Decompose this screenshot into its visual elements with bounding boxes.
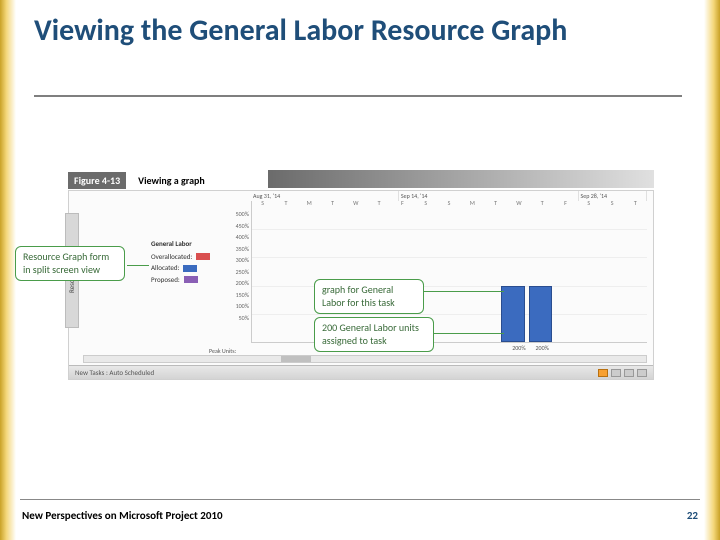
legend-item-allocated: Allocated:	[151, 263, 229, 274]
figure-header: Figure 4-13 Viewing a graph	[68, 170, 654, 190]
status-bar: New Tasks : Auto Scheduled	[69, 365, 653, 379]
page-title: Viewing the General Labor Resource Graph	[34, 12, 567, 49]
page-number: 22	[687, 509, 698, 522]
view-icon-1[interactable]	[598, 369, 608, 377]
figure-number: Figure 4-13	[68, 172, 126, 189]
legend: General Labor Overallocated: Allocated: …	[151, 239, 229, 286]
view-icon-4[interactable]	[637, 369, 647, 377]
legend-title: General Labor	[151, 239, 229, 250]
legend-item-proposed: Proposed:	[151, 275, 229, 286]
footer-rule	[20, 499, 700, 500]
view-icon-2[interactable]	[611, 369, 621, 377]
figure: Figure 4-13 Viewing a graph Resource Gra…	[68, 170, 654, 390]
legend-item-overallocated: Overallocated:	[151, 252, 229, 263]
status-text: New Tasks : Auto Scheduled	[75, 368, 154, 377]
callout-graph-task: graph for General Labor for this task	[314, 279, 424, 314]
scroll-thumb[interactable]	[281, 356, 311, 362]
units-row: 200% 200%	[251, 344, 647, 355]
view-icon-3[interactable]	[624, 369, 634, 377]
figure-caption: Viewing a graph	[134, 172, 209, 189]
figure-body: Resource Graph General Labor Overallocat…	[68, 190, 654, 380]
bar-1	[501, 286, 525, 342]
footer-text: New Perspectives on Microsoft Project 20…	[22, 509, 223, 522]
callout-units: 200 General Labor units assigned to task	[314, 317, 434, 352]
chart-area	[251, 201, 647, 343]
title-rule	[34, 95, 682, 97]
horizontal-scrollbar[interactable]	[83, 355, 647, 363]
y-axis: 500% 450% 400% 350% 300% 250% 200% 150% …	[229, 209, 249, 324]
callout-split-screen: Resource Graph form in split screen view	[15, 246, 125, 281]
units-label: Peak Units:	[209, 347, 236, 355]
bar-2	[529, 286, 553, 342]
